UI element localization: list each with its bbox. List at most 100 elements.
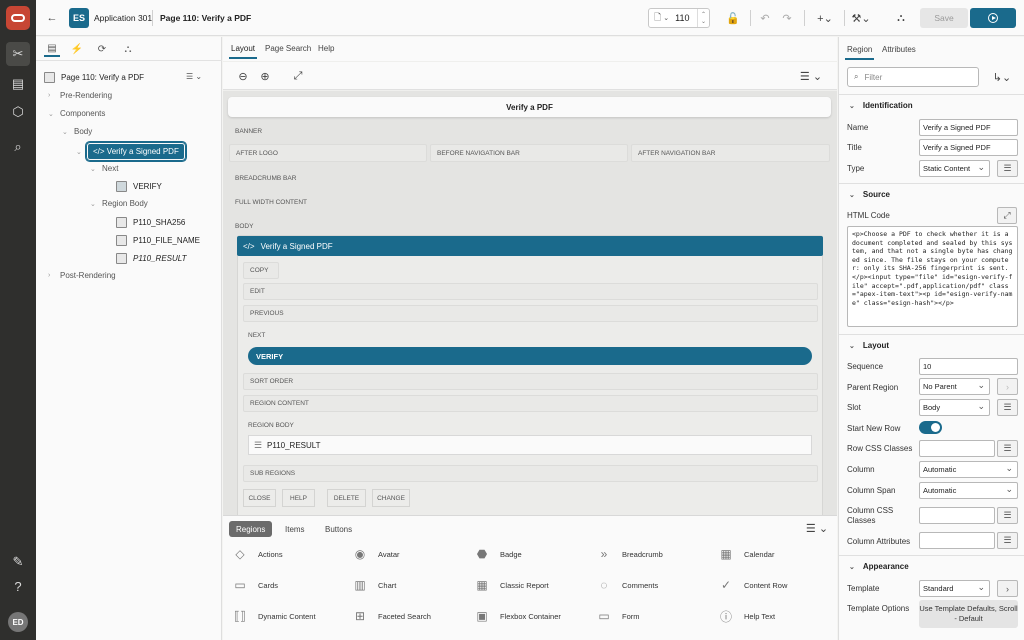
section-source[interactable]: ⌄ Source	[839, 183, 1024, 205]
slot-region-body[interactable]: REGION BODY	[248, 422, 294, 429]
slot-banner[interactable]: BANNER	[235, 128, 262, 135]
shared-components-tab-icon[interactable]: ⛬	[120, 41, 136, 57]
region-header[interactable]: </> Verify a Signed PDF	[237, 236, 823, 256]
filter-input[interactable]: ⌕ Filter	[847, 67, 979, 87]
parent-region-select[interactable]: No Parent	[919, 378, 990, 395]
packaged-apps-icon[interactable]: ⬡	[6, 100, 30, 124]
slot-close[interactable]: CLOSE	[243, 489, 276, 507]
gallery-item[interactable]: ▥ Chart	[351, 574, 396, 596]
app-builder-icon[interactable]: ✂	[6, 42, 30, 66]
verify-button[interactable]: VERIFY	[248, 347, 812, 365]
lock-page-icon[interactable]: 🔓	[724, 10, 742, 26]
list-icon[interactable]: ☰	[997, 160, 1018, 177]
list-icon[interactable]: ☰	[997, 399, 1018, 416]
chevron-down-icon[interactable]: ⌄	[90, 165, 96, 173]
column-select[interactable]: Automatic	[919, 461, 1018, 478]
utilities-menu-icon[interactable]: ⚒⌄	[848, 10, 874, 26]
tab-buttons[interactable]: Buttons	[318, 521, 359, 537]
create-menu-icon[interactable]: +⌄	[812, 10, 838, 26]
tree-item[interactable]: P110_FILE_NAME	[116, 235, 200, 246]
gallery-item[interactable]: ⬣ Badge	[473, 543, 522, 565]
sql-workshop-icon[interactable]: ▤	[6, 72, 30, 96]
app-badge[interactable]: ES	[69, 8, 89, 28]
tree-next[interactable]: ⌄ Next	[90, 164, 118, 173]
start-new-row-toggle[interactable]	[919, 421, 942, 434]
zoom-in-icon[interactable]: ⊕	[257, 68, 273, 84]
gallery-item[interactable]: ⟦⟧ Dynamic Content	[231, 605, 315, 627]
help-icon[interactable]: ?	[6, 574, 30, 598]
tab-attributes[interactable]: Attributes	[882, 45, 916, 54]
app-title[interactable]: Application 301	[94, 13, 152, 23]
zoom-out-icon[interactable]: ⊖	[235, 68, 251, 84]
list-icon[interactable]: ☰	[997, 532, 1018, 549]
tab-help[interactable]: Help	[318, 44, 334, 53]
slot-delete[interactable]: DELETE	[327, 489, 366, 507]
slot-sort-order[interactable]: SORT ORDER	[243, 373, 818, 390]
slot-previous[interactable]: PREVIOUS	[243, 305, 818, 322]
user-edit-icon[interactable]: ✎	[6, 550, 30, 574]
slot-breadcrumb-bar[interactable]: BREADCRUMB BAR	[235, 175, 296, 182]
gallery-menu-icon[interactable]: ☰ ⌄	[803, 520, 831, 536]
tab-region[interactable]: Region	[844, 45, 875, 60]
back-arrow-icon[interactable]: ←	[44, 10, 60, 26]
gallery-item[interactable]: ▭ Form	[595, 605, 639, 627]
undo-icon[interactable]: ↶	[756, 10, 774, 26]
dynamic-actions-tab-icon[interactable]: ⚡	[69, 41, 85, 57]
slot-full-width-content[interactable]: FULL WIDTH CONTENT	[235, 199, 307, 206]
slot-after-navigation-bar[interactable]: AFTER NAVIGATION BAR	[631, 144, 830, 162]
chevron-right-icon[interactable]: ›	[48, 92, 54, 99]
chevron-down-icon[interactable]: ⌄	[48, 110, 54, 118]
sequence-field[interactable]: 10	[919, 358, 1018, 375]
go-to-group-icon[interactable]: ↳⌄	[987, 69, 1017, 85]
processing-tab-icon[interactable]: ⟳	[94, 41, 110, 57]
gallery-item[interactable]: ✓ Content Row	[717, 574, 787, 596]
section-appearance[interactable]: ⌄ Appearance	[839, 555, 1024, 577]
oracle-logo[interactable]	[6, 6, 30, 30]
tree-body[interactable]: ⌄ Body	[62, 127, 92, 136]
section-identification[interactable]: ⌄ Identification	[839, 94, 1024, 116]
tree-region-selected[interactable]: ⌄ </> Verify a Signed PDF	[76, 142, 186, 161]
page-stepper[interactable]: ⌃ ⌄	[697, 9, 709, 27]
chevron-right-icon[interactable]: ›	[997, 378, 1018, 395]
rendering-tab-icon[interactable]: ▤	[44, 41, 60, 57]
gallery-item[interactable]: ▦ Classic Report	[473, 574, 548, 596]
layout-menu-icon[interactable]: ☰ ⌄	[797, 68, 825, 84]
tree-post-rendering[interactable]: › Post-Rendering	[48, 271, 116, 280]
tree-components[interactable]: ⌄ Components	[48, 109, 105, 118]
gallery-item[interactable]: ⊞ Faceted Search	[351, 605, 431, 627]
redo-icon[interactable]: ↷	[778, 10, 796, 26]
gallery-item[interactable]: ◉ Avatar	[351, 543, 400, 565]
page-number-value[interactable]: 110	[675, 13, 689, 23]
slot-help[interactable]: HELP	[282, 489, 315, 507]
page-number-field[interactable]: 🗋 ⌄ 110 ⌃ ⌄	[648, 8, 710, 28]
slot-region-content[interactable]: REGION CONTENT	[243, 395, 818, 412]
tab-layout[interactable]: Layout	[228, 44, 258, 59]
save-button[interactable]: Save	[920, 8, 968, 28]
chevron-right-icon[interactable]: ›	[997, 580, 1018, 597]
section-layout[interactable]: ⌄ Layout	[839, 334, 1024, 356]
slot-edit[interactable]: EDIT	[243, 283, 818, 300]
chevron-down-icon[interactable]: ⌄	[76, 148, 82, 156]
chevron-down-icon[interactable]: ⌄	[90, 200, 96, 208]
expand-icon[interactable]: ⤢	[290, 68, 306, 84]
gallery-item[interactable]: ⓘ Help Text	[717, 605, 775, 627]
row-css-field[interactable]	[919, 440, 995, 457]
run-button[interactable]	[970, 8, 1016, 28]
chevron-down-icon[interactable]: ⌄	[62, 128, 68, 136]
name-field[interactable]: Verify a Signed PDF	[919, 119, 1018, 136]
list-icon[interactable]: ☰	[997, 507, 1018, 524]
gallery-item[interactable]: ▭ Cards	[231, 574, 278, 596]
column-attributes-field[interactable]	[919, 532, 995, 549]
gallery-item[interactable]: ◌ Comments	[595, 574, 658, 596]
tree-selected-label[interactable]: </> Verify a Signed PDF	[86, 142, 186, 161]
slot-after-logo[interactable]: AFTER LOGO	[229, 144, 427, 162]
slot-sub-regions[interactable]: SUB REGIONS	[243, 465, 818, 482]
gallery-item[interactable]: ▦ Calendar	[717, 543, 774, 565]
tab-items[interactable]: Items	[278, 521, 312, 537]
gallery-item[interactable]: » Breadcrumb	[595, 543, 663, 565]
tree-pre-rendering[interactable]: › Pre-Rendering	[48, 91, 112, 100]
code-editor-icon[interactable]: ⤢	[997, 207, 1017, 224]
tree-verify-button[interactable]: VERIFY	[116, 181, 162, 192]
gallery-item[interactable]: ▣ Flexbox Container	[473, 605, 561, 627]
shared-components-icon[interactable]: ⛬	[892, 10, 910, 26]
